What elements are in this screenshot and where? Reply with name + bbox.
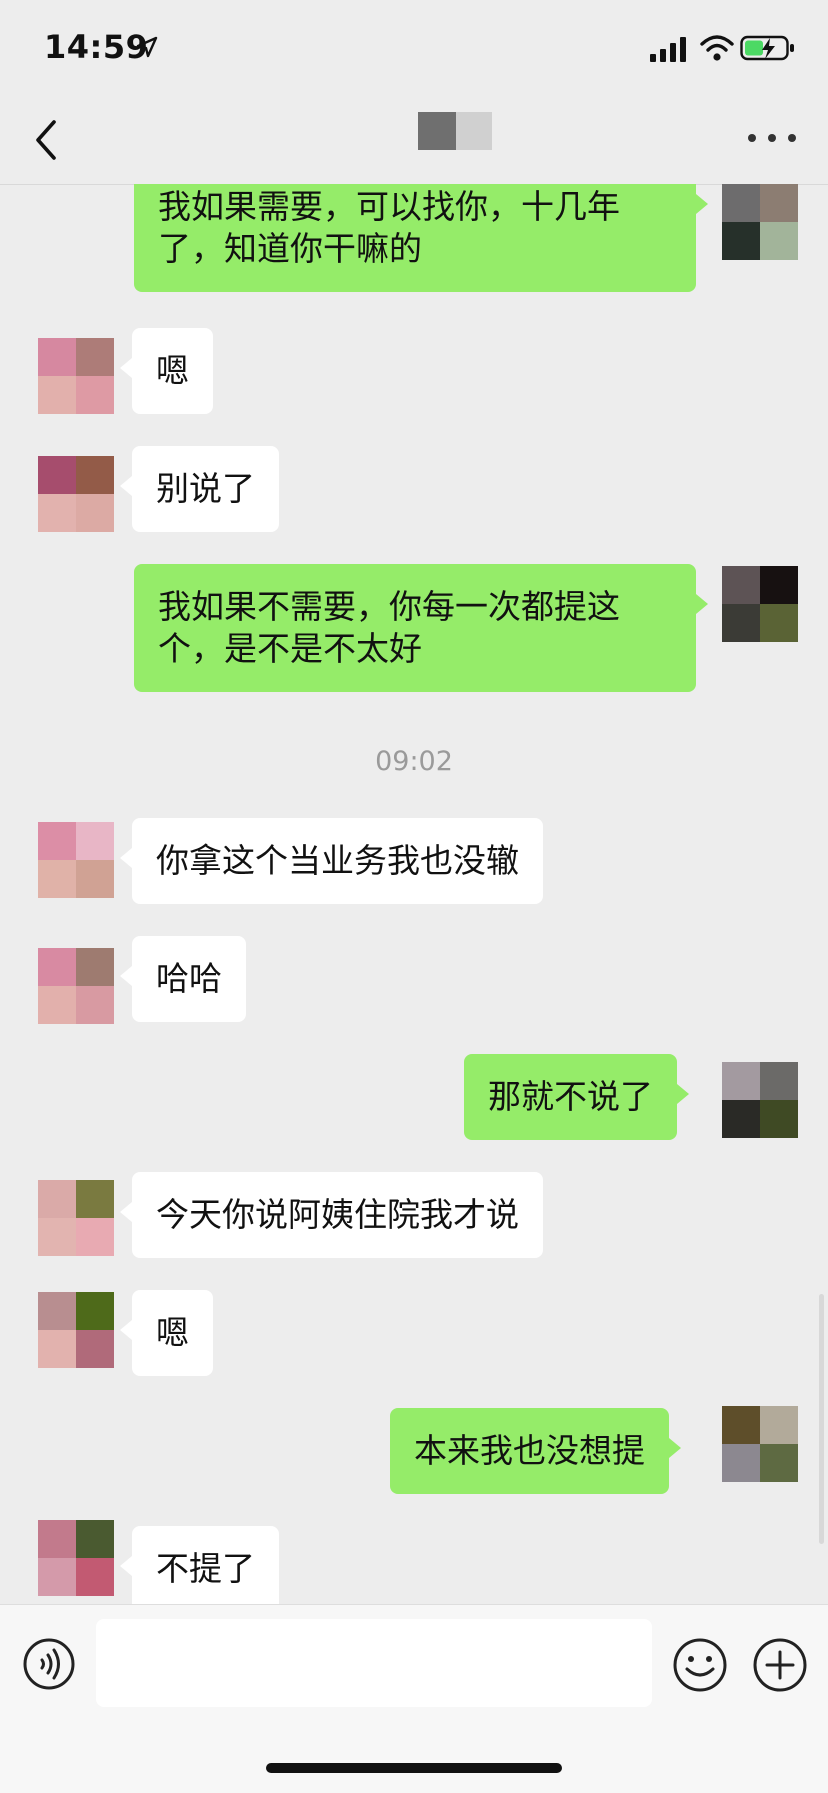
message-bubble-incoming[interactable]: 今天你说阿姨住院我才说	[120, 1172, 543, 1258]
message-bubble-incoming[interactable]: 嗯	[120, 1290, 213, 1376]
message-list[interactable]: 我如果需要，可以找你，十几年了，知道你干嘛的 嗯 别说了 我如果不需要，你每一次…	[0, 184, 828, 1604]
message-bubble-outgoing[interactable]: 那就不说了	[464, 1054, 689, 1140]
wifi-icon	[700, 35, 734, 61]
scrollbar[interactable]	[819, 1294, 824, 1544]
input-bar	[0, 1604, 828, 1793]
message-bubble-outgoing[interactable]: 本来我也没想提	[390, 1408, 681, 1494]
more-actions-plus-button[interactable]	[752, 1637, 808, 1693]
message-text: 你拿这个当业务我也没辙	[156, 841, 519, 880]
more-button[interactable]	[742, 122, 802, 154]
contact-name-pixelated	[418, 112, 492, 150]
chat-header	[0, 96, 828, 185]
message-text: 我如果不需要，你每一次都提这个，是不是不太好	[158, 587, 620, 668]
avatar-contact[interactable]	[38, 822, 114, 898]
message-text: 哈哈	[156, 959, 222, 998]
message-text: 不提了	[156, 1549, 255, 1588]
message-bubble-incoming[interactable]: 别说了	[120, 446, 279, 532]
message-bubble-incoming[interactable]: 嗯	[120, 328, 213, 414]
message-bubble-outgoing[interactable]: 我如果不需要，你每一次都提这个，是不是不太好	[134, 564, 708, 692]
message-text: 别说了	[156, 469, 255, 508]
status-bar: 14:59	[0, 0, 828, 96]
message-text: 嗯	[156, 1313, 189, 1352]
avatar-self[interactable]	[722, 1062, 798, 1138]
timestamp: 09:02	[375, 746, 453, 777]
avatar-self[interactable]	[722, 1406, 798, 1482]
avatar-contact[interactable]	[38, 948, 114, 1024]
emoji-button[interactable]	[672, 1637, 728, 1693]
cellular-signal-icon	[650, 37, 686, 62]
message-bubble-incoming[interactable]: 不提了	[120, 1526, 279, 1604]
avatar-contact[interactable]	[38, 1520, 114, 1596]
message-input[interactable]	[96, 1619, 652, 1707]
message-bubble-incoming[interactable]: 你拿这个当业务我也没辙	[120, 818, 543, 904]
avatar-contact[interactable]	[38, 338, 114, 414]
message-text: 今天你说阿姨住院我才说	[156, 1195, 519, 1234]
message-text: 那就不说了	[488, 1077, 653, 1116]
avatar-contact[interactable]	[38, 1292, 114, 1368]
battery-charging-icon	[740, 35, 794, 61]
avatar-self[interactable]	[722, 184, 798, 260]
message-text: 本来我也没想提	[414, 1431, 645, 1470]
avatar-self[interactable]	[722, 566, 798, 642]
message-bubble-outgoing[interactable]: 我如果需要，可以找你，十几年了，知道你干嘛的	[134, 184, 708, 292]
status-time: 14:59	[44, 28, 149, 66]
message-text: 嗯	[156, 351, 189, 390]
voice-input-button[interactable]	[22, 1637, 76, 1691]
message-text: 我如果需要，可以找你，十几年了，知道你干嘛的	[158, 187, 620, 268]
avatar-contact[interactable]	[38, 456, 114, 532]
location-arrow-icon	[136, 36, 158, 58]
message-bubble-incoming[interactable]: 哈哈	[120, 936, 246, 1022]
back-button[interactable]	[24, 114, 72, 166]
avatar-contact[interactable]	[38, 1180, 114, 1256]
home-indicator[interactable]	[266, 1763, 562, 1773]
